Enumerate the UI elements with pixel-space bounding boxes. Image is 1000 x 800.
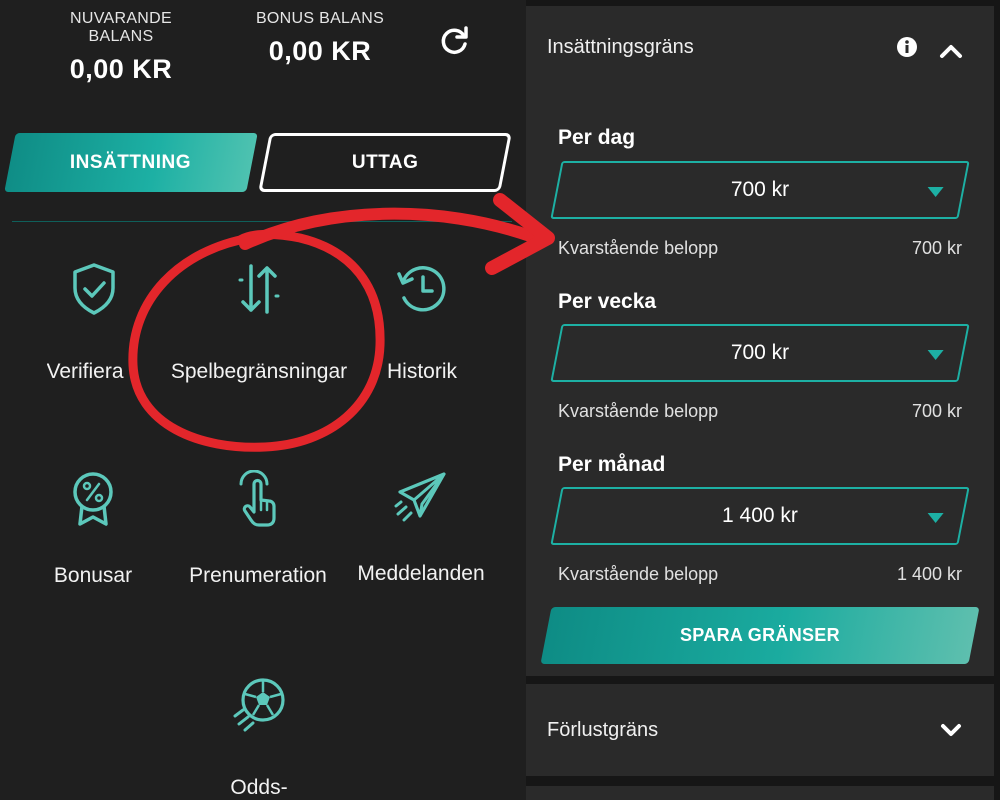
deposit-limit-card: Insättningsgräns Per dag 700 kr Kvarståe…	[526, 6, 994, 676]
chevron-down-icon[interactable]	[940, 722, 962, 738]
bonus-balance: BONUS BALANS 0,00 KR	[250, 10, 390, 67]
menu-item-subscription[interactable]: Prenumeration	[170, 470, 346, 588]
tab-withdraw[interactable]: UTTAG	[258, 133, 512, 192]
menu-item-bonus-label: Bonusar	[53, 564, 133, 587]
remaining-value: 1 400 kr	[896, 564, 962, 584]
divider	[12, 221, 512, 222]
save-limits-label: SPARA GRÄNSER	[680, 625, 840, 645]
bonus-balance-label: BONUS BALANS	[255, 10, 385, 27]
menu-item-history-label: Historik	[386, 360, 457, 383]
history-clock-icon	[397, 266, 446, 312]
menu-item-subscription-label: Prenumeration	[189, 564, 327, 587]
menu-item-odds[interactable]: Odds-	[186, 676, 332, 800]
account-menu-panel: NUVARANDE BALANS 0,00 KR BONUS BALANS 0,…	[0, 0, 520, 800]
menu-item-limits-label: Spelbegränsningar	[170, 360, 348, 383]
up-down-arrows-icon	[238, 264, 280, 314]
bonus-balance-value: 0,00 KR	[268, 36, 372, 66]
menu-item-bonus[interactable]: Bonusar	[30, 470, 156, 588]
chevron-up-icon[interactable]	[939, 42, 963, 60]
caret-down-icon	[927, 350, 944, 360]
menu-item-verify[interactable]: Verifiera	[30, 262, 158, 390]
shield-check-icon	[73, 263, 115, 315]
paper-plane-icon	[394, 472, 446, 522]
save-limits-button[interactable]: SPARA GRÄNSER	[540, 607, 980, 664]
percent-badge-icon	[73, 472, 113, 526]
remaining-label: Kvarstående belopp	[558, 564, 719, 584]
current-balance-value: 0,00 KR	[69, 54, 173, 84]
menu-item-messages-label: Meddelanden	[357, 562, 485, 585]
remaining-value: 700 kr	[911, 401, 962, 421]
limit-select-month-value: 1 400 kr	[722, 504, 798, 527]
period-label-month: Per månad	[558, 453, 666, 476]
loss-limit-card[interactable]: Förlustgräns	[526, 684, 994, 776]
info-icon[interactable]	[896, 36, 918, 58]
caret-down-icon	[927, 513, 944, 523]
limit-select-week-value: 700 kr	[730, 341, 790, 364]
next-card	[526, 786, 994, 800]
current-balance-label: NUVARANDE BALANS	[70, 10, 172, 45]
menu-item-messages[interactable]: Meddelanden	[340, 470, 502, 586]
menu-item-limits[interactable]: Spelbegränsningar	[150, 262, 368, 384]
limit-select-month[interactable]: 1 400 kr	[550, 487, 970, 545]
remaining-label: Kvarstående belopp	[558, 401, 719, 421]
limit-select-day-value: 700 kr	[730, 178, 790, 201]
period-label-week: Per vecka	[558, 290, 657, 313]
tab-deposit[interactable]: INSÄTTNING	[4, 133, 258, 192]
deposit-limit-title: Insättningsgräns	[547, 36, 694, 58]
current-balance: NUVARANDE BALANS 0,00 KR	[36, 10, 206, 85]
caret-down-icon	[927, 187, 944, 197]
menu-item-history[interactable]: Historik	[360, 262, 484, 384]
period-label-day: Per dag	[558, 126, 636, 149]
soccer-ball-icon	[233, 678, 285, 732]
remaining-value: 700 kr	[911, 238, 962, 258]
refresh-icon[interactable]	[437, 24, 471, 58]
menu-item-verify-label: Verifiera	[46, 360, 124, 383]
menu-item-odds-label: Odds-	[230, 776, 288, 799]
tap-hand-icon	[239, 470, 276, 527]
limits-panel: Insättningsgräns Per dag 700 kr Kvarståe…	[526, 0, 1000, 800]
limit-select-week[interactable]: 700 kr	[550, 324, 970, 382]
tab-withdraw-label: UTTAG	[351, 151, 419, 173]
loss-limit-title: Förlustgräns	[547, 719, 659, 741]
remaining-label: Kvarstående belopp	[558, 238, 719, 258]
tab-deposit-label: INSÄTTNING	[70, 151, 192, 173]
limit-select-day[interactable]: 700 kr	[550, 161, 970, 219]
